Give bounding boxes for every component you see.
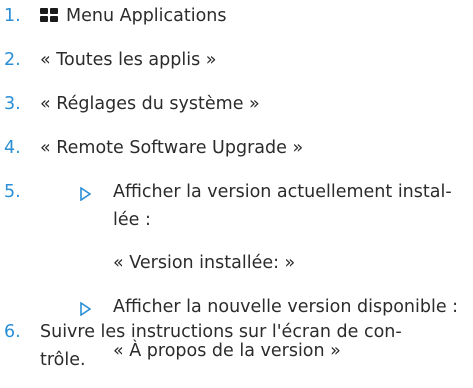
bullet-text-continued: lée : xyxy=(113,210,151,230)
step-text: « Remote Software Upgrade » xyxy=(40,138,304,158)
step-text: Menu Applications xyxy=(40,6,227,26)
step-number: 3. xyxy=(4,94,21,114)
step-text: « Toutes les applis » xyxy=(40,50,217,70)
step-text-continued: trôle. xyxy=(40,350,86,370)
step-6: 6. Suivre les instructions sur l'écran d… xyxy=(0,322,473,382)
step-text: Suivre les instructions sur l'écran de c… xyxy=(40,322,402,342)
apps-grid-icon xyxy=(40,8,58,22)
step-number: 1. xyxy=(4,6,21,26)
step-text: « Réglages du système » xyxy=(40,94,260,114)
step-number: 5. xyxy=(4,182,21,202)
step-number: 4. xyxy=(4,138,21,158)
bullet-text: Afficher la nouvelle version disponible … xyxy=(113,297,459,317)
step-number: 6. xyxy=(4,322,21,342)
step-number: 2. xyxy=(4,50,21,70)
triangle-bullet-icon xyxy=(80,187,91,201)
bullet-text: Afficher la version actuellement instal- xyxy=(113,182,452,202)
step-label: Menu Applications xyxy=(66,6,227,26)
triangle-bullet-icon xyxy=(80,302,91,316)
ui-label: « Version installée: » xyxy=(113,253,296,273)
